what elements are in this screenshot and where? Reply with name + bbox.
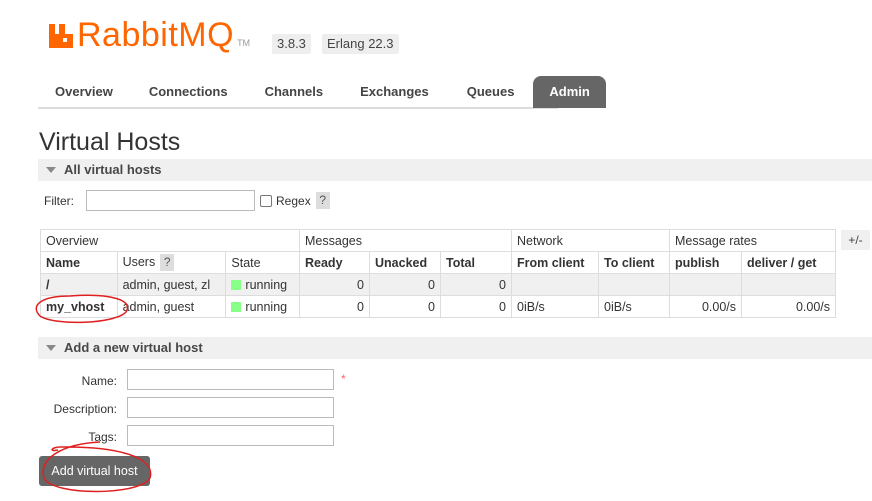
tab-queues[interactable]: Queues [448, 76, 534, 108]
vhost-deliver: 0.00/s [741, 295, 836, 318]
tab-connections[interactable]: Connections [130, 76, 247, 108]
vhost-state: running [225, 273, 300, 296]
users-help-icon[interactable]: ? [160, 254, 175, 271]
col-from-client[interactable]: From client [511, 251, 599, 274]
vhost-to-client: 0iB/s [598, 295, 670, 318]
regex-help-icon[interactable]: ? [315, 192, 330, 209]
vhost-ready: 0 [299, 295, 370, 318]
vhost-name-link[interactable]: my_vhost [40, 295, 118, 318]
group-header-messages: Messages [299, 229, 512, 252]
vhost-from-client [511, 273, 599, 296]
vhost-from-client: 0iB/s [511, 295, 599, 318]
tags-input[interactable] [127, 425, 334, 446]
regex-checkbox[interactable] [260, 194, 272, 207]
description-label: Description: [53, 402, 117, 416]
group-header-network: Network [511, 229, 670, 252]
rabbitmq-logo[interactable]: RabbitMQ TM [48, 18, 250, 52]
col-state[interactable]: State [225, 251, 300, 274]
collapse-triangle-icon [46, 167, 56, 173]
rabbit-logo-icon [48, 23, 74, 49]
trademark: TM [237, 38, 251, 48]
vhost-deliver [741, 273, 836, 296]
column-toggle-button[interactable]: +/- [841, 230, 870, 250]
description-input[interactable] [127, 397, 334, 418]
required-mark: * [341, 372, 346, 386]
regex-label: Regex [276, 193, 311, 208]
vhost-publish: 0.00/s [669, 295, 742, 318]
filter-input[interactable] [86, 190, 255, 211]
col-publish[interactable]: publish [669, 251, 742, 274]
table-row[interactable]: / admin, guest, zl running 0 0 0 [40, 273, 836, 296]
collapse-triangle-icon [46, 345, 56, 351]
main-tabs: Overview Connections Channels Exchanges … [38, 76, 606, 108]
vhost-name-link[interactable]: / [40, 273, 118, 296]
section-title: Add a new virtual host [64, 340, 203, 355]
tab-admin[interactable]: Admin [533, 76, 606, 108]
col-users[interactable]: Users? [116, 251, 227, 274]
tab-channels[interactable]: Channels [247, 76, 342, 108]
vhosts-table: Overview Messages Network Message rates … [40, 229, 836, 318]
group-header-overview: Overview [40, 229, 300, 252]
page-title: Virtual Hosts [39, 128, 181, 156]
logo-text: RabbitMQ [77, 16, 235, 54]
vhost-state: running [225, 295, 300, 318]
running-indicator [231, 301, 242, 312]
filter-label: Filter: [44, 193, 74, 208]
add-virtual-host-button[interactable]: Add virtual host [39, 456, 150, 486]
vhost-to-client [598, 273, 670, 296]
tags-label: Tags: [88, 430, 117, 444]
name-input[interactable] [127, 369, 334, 390]
col-unacked[interactable]: Unacked [369, 251, 441, 274]
version-badge: 3.8.3 [272, 34, 311, 54]
col-to-client[interactable]: To client [598, 251, 670, 274]
col-ready[interactable]: Ready [299, 251, 370, 274]
col-name[interactable]: Name [40, 251, 118, 274]
vhost-ready: 0 [299, 273, 370, 296]
vhost-publish [669, 273, 742, 296]
col-deliver-get[interactable]: deliver / get [741, 251, 836, 274]
col-total[interactable]: Total [440, 251, 512, 274]
vhost-unacked: 0 [369, 273, 441, 296]
vhost-total: 0 [440, 273, 512, 296]
vhost-users: admin, guest [116, 295, 227, 318]
vhost-unacked: 0 [369, 295, 441, 318]
section-add-vhost[interactable]: Add a new virtual host [38, 337, 872, 359]
table-row[interactable]: my_vhost admin, guest running 0 0 0 0iB/… [40, 295, 836, 318]
tab-overview[interactable]: Overview [38, 76, 130, 108]
group-header-message-rates: Message rates [669, 229, 836, 252]
running-indicator [231, 279, 242, 290]
tab-exchanges[interactable]: Exchanges [341, 76, 448, 108]
filter-bar: Filter: Regex ? [44, 190, 330, 211]
erlang-version-badge: Erlang 22.3 [322, 34, 399, 54]
section-title: All virtual hosts [64, 162, 162, 177]
name-label: Name: [81, 374, 117, 388]
vhost-users: admin, guest, zl [116, 273, 227, 296]
vhost-total: 0 [440, 295, 512, 318]
section-all-vhosts[interactable]: All virtual hosts [38, 159, 872, 181]
